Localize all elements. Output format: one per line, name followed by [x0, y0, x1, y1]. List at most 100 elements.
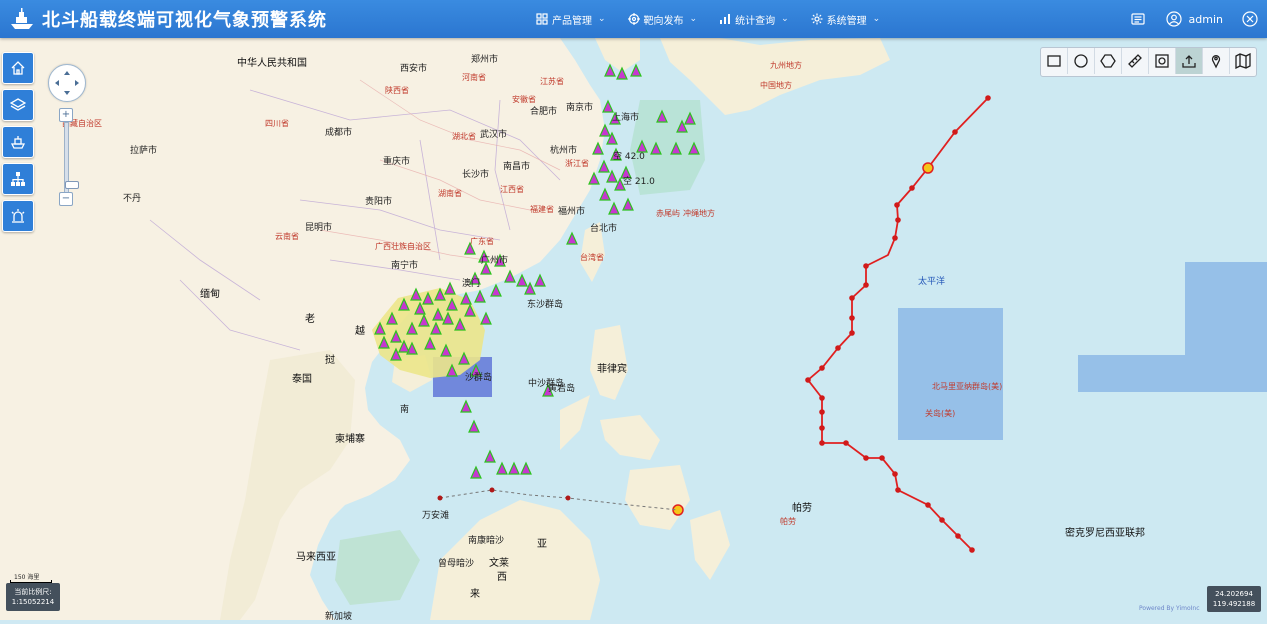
draw-circle-tool[interactable] — [1068, 48, 1095, 74]
map-label: 东沙群岛 — [527, 300, 564, 310]
map-label: 文莱 — [489, 558, 509, 569]
zoom-out-button[interactable]: − — [59, 192, 73, 206]
map-label: 拉萨市 — [130, 146, 158, 156]
brand: 北斗船载终端可视化气象预警系统 — [8, 6, 327, 32]
map-label: 不丹 — [123, 194, 142, 204]
map-label: 挝 — [325, 355, 335, 366]
map-label: 南昌市 — [503, 162, 531, 172]
polygon-icon — [1100, 54, 1116, 68]
map-label: 泰国 — [292, 374, 312, 385]
map-label: 赤尾屿 — [656, 209, 680, 218]
org-tree-button[interactable] — [2, 163, 34, 195]
map-label: 郑州市 — [471, 55, 499, 65]
menu-system-management[interactable]: 系统管理 ⌄ — [811, 12, 880, 27]
draw-rectangle-tool[interactable] — [1041, 48, 1068, 74]
upload-tool[interactable] — [1176, 48, 1203, 74]
map-label: 贵阳市 — [365, 197, 393, 207]
map-label: 空 42.0 — [613, 152, 645, 162]
map-label: 安徽省 — [512, 95, 536, 104]
scale-indicator: 当前比例尺: 1:15052214 — [6, 583, 60, 611]
map-label: 合肥市 — [530, 107, 558, 117]
alert-button[interactable] — [2, 200, 34, 232]
close-icon[interactable] — [1241, 10, 1259, 28]
map-label: 密克罗尼西亚联邦 — [1065, 528, 1145, 539]
layers-button[interactable] — [2, 89, 34, 121]
map-label: 江西省 — [500, 185, 524, 194]
org-tree-icon — [11, 172, 25, 186]
map-label: 马来西亚 — [296, 552, 336, 563]
home-button[interactable] — [2, 52, 34, 84]
map-label: 太平洋 — [918, 277, 946, 287]
map-label: 老 — [305, 314, 315, 325]
target-icon — [627, 13, 640, 25]
coordinate-lat: 24.202694 — [1215, 590, 1253, 598]
map-label: 曾母暗沙 — [438, 559, 475, 569]
zoom-control: + − — [59, 108, 79, 206]
map-label: 陕西省 — [385, 86, 409, 95]
message-icon[interactable] — [1129, 10, 1147, 28]
username[interactable]: admin — [1189, 13, 1223, 26]
map-label: 广东省 — [470, 237, 494, 246]
menu-statistics-query[interactable]: 统计查询 ⌄ — [719, 12, 789, 27]
map-label: 九州地方 — [770, 61, 802, 70]
map-label: 台北市 — [590, 224, 618, 234]
map-label: 昆明市 — [305, 223, 333, 233]
powered-by: Powered By YimoInc — [1139, 605, 1200, 612]
map-label: 关岛(美) — [925, 409, 956, 418]
map-label: 台湾省 — [580, 253, 604, 262]
map-label: 云南省 — [275, 232, 299, 241]
zoom-handle[interactable] — [65, 181, 79, 189]
map-label: 帕劳 — [792, 503, 812, 514]
pan-control[interactable] — [48, 64, 86, 102]
bar-chart-icon — [720, 14, 731, 24]
measure-area-icon — [1155, 54, 1169, 68]
map-label: 越 — [355, 326, 365, 337]
map-label: 浙江省 — [565, 159, 589, 168]
pin-edit-tool[interactable] — [1203, 48, 1230, 74]
measure-area-tool[interactable] — [1149, 48, 1176, 74]
menu-product-management[interactable]: 产品管理 ⌄ — [536, 12, 606, 27]
menu-label: 产品管理 — [552, 15, 592, 27]
map-label: 万安滩 — [422, 511, 450, 521]
map-label: 空 21.0 — [623, 177, 655, 187]
map-label: 亚 — [537, 539, 547, 550]
ship-icon — [10, 136, 26, 149]
grid-icon — [536, 13, 548, 25]
map-label: 湖南省 — [438, 189, 462, 198]
measure-distance-tool[interactable] — [1122, 48, 1149, 74]
zoom-track[interactable] — [64, 122, 79, 194]
map-label: 中国地方 — [760, 81, 792, 90]
map-label: 柬埔寨 — [335, 434, 365, 445]
map-tool[interactable] — [1230, 48, 1256, 74]
gear-icon — [811, 13, 823, 25]
map-label: 菲律宾 — [597, 364, 627, 375]
circle-icon — [1074, 54, 1088, 68]
map-label: 北马里亚纳群岛(美) — [932, 382, 1003, 391]
layers-icon — [10, 98, 26, 111]
map-label: 长沙市 — [462, 170, 490, 180]
map-label: 西安市 — [400, 64, 428, 74]
menu-targeted-publish[interactable]: 靶向发布 ⌄ — [627, 12, 697, 27]
user-icon[interactable] — [1165, 10, 1183, 28]
map-label: 南京市 — [566, 103, 594, 113]
map-label: 重庆市 — [383, 157, 411, 167]
map-label: 中华人民共和国 — [237, 58, 307, 69]
drawing-toolbox — [1040, 47, 1257, 77]
pin-edit-icon — [1211, 55, 1221, 69]
left-sidebar — [2, 52, 34, 237]
map-label: 河南省 — [462, 73, 486, 82]
menu-label: 系统管理 — [826, 15, 867, 27]
map-canvas[interactable]: 中华人民共和国 西安市 郑州市 合肥市 南京市 上海市 武汉市 杭州市 成都市 … — [0, 38, 1267, 622]
map-label: 杭州市 — [550, 146, 578, 156]
map-label: 上海市 — [612, 113, 640, 123]
header-tools: admin — [1111, 0, 1259, 38]
scale-label: 当前比例尺: — [14, 588, 52, 596]
zoom-in-button[interactable]: + — [59, 108, 73, 122]
map-label: 冲绳地方 — [683, 209, 715, 218]
menu-label: 统计查询 — [735, 15, 776, 27]
top-bar: 北斗船载终端可视化气象预警系统 产品管理 ⌄ 靶向发布 ⌄ 统计查询 ⌄ 系统管… — [0, 0, 1267, 38]
ship-button[interactable] — [2, 126, 34, 158]
draw-polygon-tool[interactable] — [1095, 48, 1122, 74]
ruler-icon — [1128, 54, 1142, 68]
map-label: 新加坡 — [325, 612, 353, 622]
